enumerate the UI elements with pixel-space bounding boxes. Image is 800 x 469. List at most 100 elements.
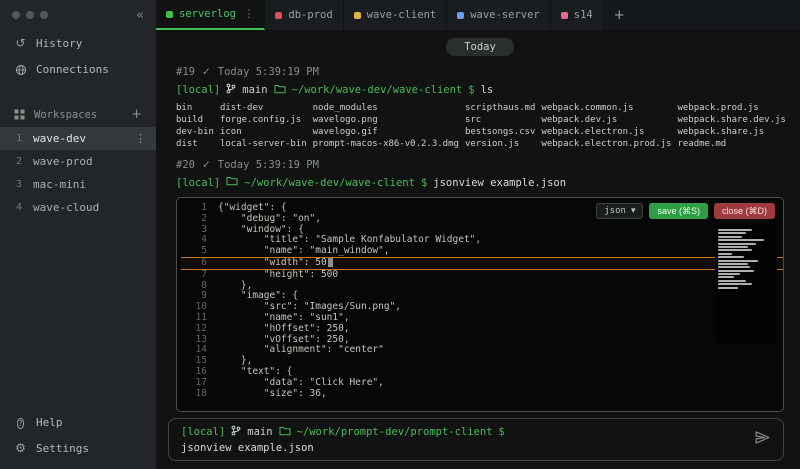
git-branch-icon bbox=[226, 83, 236, 97]
minimap-line bbox=[718, 232, 746, 234]
workspace-item-wave-prod[interactable]: 2 wave-prod bbox=[0, 150, 156, 173]
sidebar-item-label: Connections bbox=[36, 63, 109, 76]
tab-wave-server[interactable]: wave-server bbox=[447, 0, 551, 30]
app-window: « ↺ History Connections Workspaces + 1 w… bbox=[0, 0, 800, 469]
workspaces-label: Workspaces bbox=[34, 109, 97, 121]
code-line: 14 "alignment": "center" bbox=[181, 345, 783, 356]
file-name: webpack.dev.js bbox=[541, 115, 671, 125]
file-name: dev-bin bbox=[176, 127, 214, 137]
sidebar-item-help[interactable]: ? Help bbox=[0, 409, 156, 435]
tab-db-prod[interactable]: db-prod bbox=[265, 0, 343, 30]
editor-minimap[interactable] bbox=[715, 225, 777, 343]
file-name: webpack.electron.js bbox=[541, 127, 671, 137]
workspace-number: 3 bbox=[16, 179, 24, 190]
tab-serverlog[interactable]: serverlog ⋮ bbox=[156, 0, 265, 30]
sidebar-collapse-icon[interactable]: « bbox=[136, 8, 144, 23]
sidebar-item-label: History bbox=[36, 37, 82, 50]
help-icon: ? bbox=[14, 415, 27, 429]
minimap-line bbox=[718, 253, 732, 255]
file-name: readme.md bbox=[677, 139, 785, 149]
language-value: json bbox=[604, 206, 626, 216]
minimap-line bbox=[718, 266, 750, 268]
minimap-line bbox=[718, 280, 746, 282]
minimap-line bbox=[718, 283, 752, 285]
tab-color-icon bbox=[354, 12, 361, 19]
command-text: jsonview example.json bbox=[433, 177, 566, 189]
block-number: #20 bbox=[176, 159, 195, 171]
json-editor[interactable]: json ▾ save (⌘S) close (⌘D) 1{"widget": … bbox=[176, 197, 784, 412]
close-button[interactable]: close (⌘D) bbox=[714, 203, 775, 219]
workspace-number: 2 bbox=[16, 156, 24, 167]
file-name: version.js bbox=[465, 139, 535, 149]
traffic-light-close[interactable] bbox=[12, 11, 20, 19]
add-workspace-button[interactable]: + bbox=[131, 107, 142, 122]
command-input-box[interactable]: [local] main ~/work/prompt-dev/prompt-cl… bbox=[168, 418, 784, 461]
minimap-line bbox=[718, 287, 738, 289]
tab-menu-icon[interactable]: ⋮ bbox=[244, 8, 255, 20]
file-name: prompt-macos-x86-v0.2.3.dmg bbox=[313, 139, 459, 149]
workspace-menu-icon[interactable]: ⋮ bbox=[135, 132, 146, 145]
send-icon[interactable] bbox=[754, 429, 771, 450]
command-input[interactable]: jsonview example.json bbox=[181, 442, 744, 454]
workspace-item-wave-dev[interactable]: 1 wave-dev ⋮ bbox=[0, 127, 156, 150]
sidebar-item-history[interactable]: ↺ History bbox=[0, 30, 156, 56]
sidebar-bottom: ? Help ⚙ Settings bbox=[0, 409, 156, 461]
code-line-current: 6 "width": 50 bbox=[181, 257, 783, 270]
traffic-light-zoom[interactable] bbox=[40, 11, 48, 19]
workspace-name: mac-mini bbox=[33, 178, 86, 191]
history-block-20: #20 ✓ Today 5:39:19 PM [local] ~/work/wa… bbox=[176, 159, 784, 412]
check-icon: ✓ bbox=[202, 159, 211, 171]
workspace-item-wave-cloud[interactable]: 4 wave-cloud bbox=[0, 196, 156, 219]
sidebar: « ↺ History Connections Workspaces + 1 w… bbox=[0, 0, 156, 469]
prompt-symbol: $ bbox=[421, 177, 427, 189]
git-branch-name: main bbox=[247, 426, 272, 438]
text-cursor bbox=[328, 258, 333, 267]
sidebar-item-label: Settings bbox=[36, 442, 89, 455]
add-tab-button[interactable]: + bbox=[604, 0, 635, 30]
save-button[interactable]: save (⌘S) bbox=[649, 203, 708, 219]
command-line: [local] main ~/work/wave-dev/wave-client… bbox=[176, 83, 784, 97]
workspace-name: wave-prod bbox=[33, 155, 93, 168]
sidebar-item-label: Help bbox=[36, 416, 63, 429]
file-name: webpack.electron.prod.js bbox=[541, 139, 671, 149]
workspace-name: wave-dev bbox=[33, 132, 86, 145]
minimap-line bbox=[718, 239, 764, 241]
language-select[interactable]: json ▾ bbox=[596, 203, 643, 219]
file-name: wavelogo.gif bbox=[313, 127, 459, 137]
minimap-line bbox=[718, 270, 754, 272]
file-name: dist bbox=[176, 139, 214, 149]
minimap-line bbox=[718, 273, 740, 275]
file-name: src bbox=[465, 115, 535, 125]
tab-color-icon bbox=[561, 12, 568, 19]
traffic-light-minimize[interactable] bbox=[26, 11, 34, 19]
file-name: webpack.common.js bbox=[541, 103, 671, 113]
git-branch-icon bbox=[231, 425, 241, 439]
sidebar-item-settings[interactable]: ⚙ Settings bbox=[0, 435, 156, 461]
sidebar-item-connections[interactable]: Connections bbox=[0, 56, 156, 82]
file-name: webpack.share.dev.js bbox=[677, 115, 785, 125]
minimap-line bbox=[718, 276, 734, 278]
file-name: bestsongs.csv bbox=[465, 127, 535, 137]
file-name: forge.config.js bbox=[220, 115, 307, 125]
check-icon: ✓ bbox=[202, 66, 211, 78]
globe-icon bbox=[14, 62, 27, 76]
cwd-path: ~/work/wave-dev/wave-client bbox=[244, 177, 415, 189]
code-line: 12 "hOffset": 250, bbox=[181, 324, 783, 335]
block-header: #19 ✓ Today 5:39:19 PM bbox=[176, 66, 784, 78]
prompt-symbol: $ bbox=[468, 84, 474, 96]
tab-color-icon bbox=[166, 11, 173, 18]
workspace-item-mac-mini[interactable]: 3 mac-mini bbox=[0, 173, 156, 196]
file-name: node_modules bbox=[313, 103, 459, 113]
history-block-19: #19 ✓ Today 5:39:19 PM [local] main ~/wo… bbox=[176, 66, 784, 149]
code-line: 7 "height": 500 bbox=[181, 270, 783, 281]
file-name: dist-dev bbox=[220, 103, 307, 113]
file-name: local-server-bin bbox=[220, 139, 307, 149]
minimap-line bbox=[718, 243, 756, 245]
block-timestamp: Today 5:39:19 PM bbox=[218, 159, 319, 171]
tab-wave-client[interactable]: wave-client bbox=[344, 0, 448, 30]
tab-s14[interactable]: s14 bbox=[551, 0, 604, 30]
prompt-symbol: $ bbox=[499, 426, 505, 438]
block-number: #19 bbox=[176, 66, 195, 78]
date-separator: Today bbox=[446, 38, 514, 56]
main-area: serverlog ⋮ db-prod wave-client wave-ser… bbox=[156, 0, 800, 469]
